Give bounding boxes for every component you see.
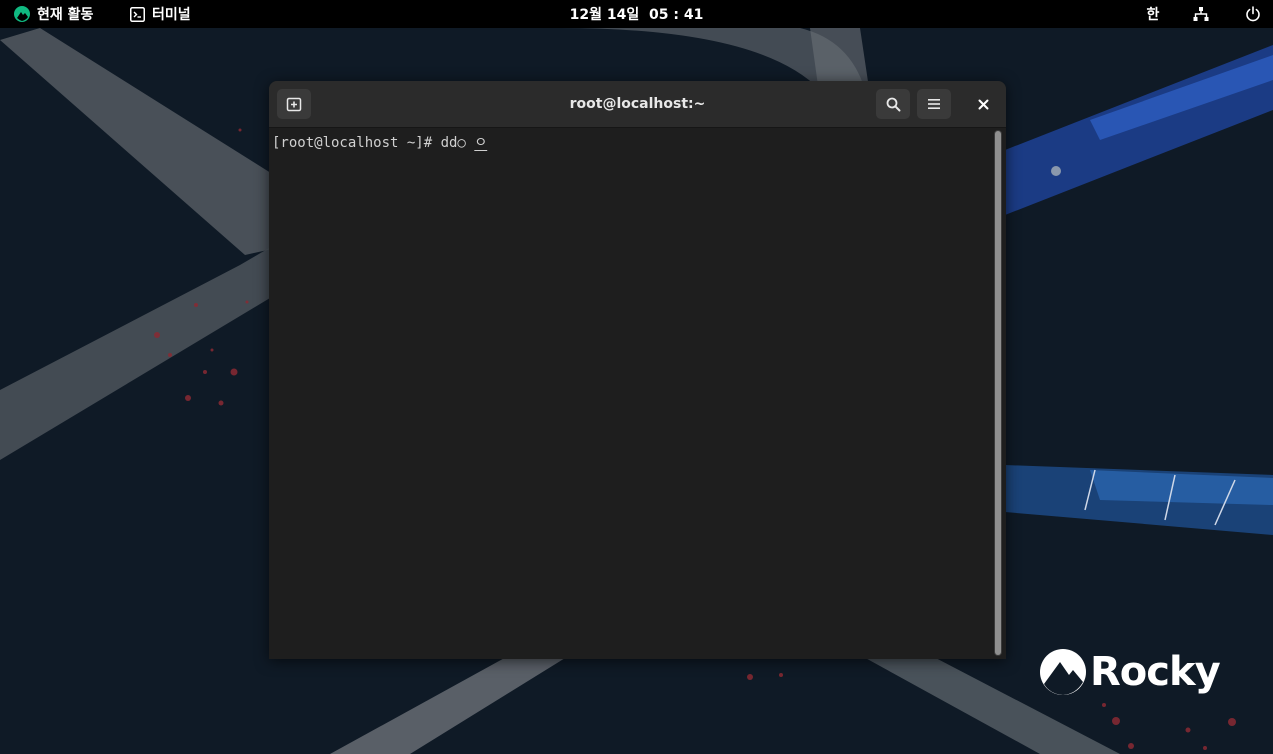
search-button[interactable] xyxy=(876,89,910,119)
power-icon[interactable] xyxy=(1243,0,1263,28)
menu-button[interactable] xyxy=(917,89,951,119)
hamburger-menu-icon xyxy=(927,98,941,110)
terminal-icon xyxy=(130,6,145,22)
network-wired-icon[interactable] xyxy=(1192,0,1210,28)
terminal-header-bar[interactable]: root@localhost:~ xyxy=(269,81,1006,128)
rocky-logo-text: Rocky xyxy=(1090,649,1221,695)
rocky-mark-icon xyxy=(1040,649,1086,695)
app-menu-button[interactable]: 터미널 xyxy=(130,0,191,28)
rocky-logo-icon xyxy=(14,6,30,22)
scrollbar-thumb[interactable] xyxy=(995,131,1001,655)
shell-prompt: [root@localhost ~]# xyxy=(272,135,441,151)
terminal-window[interactable]: root@localhost:~ [root@localhost ~]# dd○… xyxy=(269,81,1006,659)
terminal-scrollbar[interactable] xyxy=(994,130,1002,656)
terminal-command-line: [root@localhost ~]# dd○ ㅇ xyxy=(272,134,487,152)
top-bar: 현재 활동 터미널 12월 14일 05 : 41 한 xyxy=(0,0,1273,28)
rocky-wallpaper-logo: Rocky xyxy=(1040,648,1221,696)
clock-container: 12월 14일 05 : 41 xyxy=(0,0,1273,28)
new-tab-button[interactable] xyxy=(277,89,311,119)
close-button[interactable] xyxy=(971,92,995,116)
search-icon xyxy=(886,97,901,112)
activities-label: 현재 활동 xyxy=(37,7,94,23)
clock-button[interactable]: 12월 14일 05 : 41 xyxy=(570,4,704,24)
terminal-output[interactable]: [root@localhost ~]# dd○ ㅇ xyxy=(269,128,993,659)
activities-button[interactable]: 현재 활동 xyxy=(14,0,93,28)
new-tab-icon xyxy=(286,96,302,112)
input-method-indicator[interactable]: 한 xyxy=(1144,0,1162,28)
typed-command: dd○ xyxy=(440,135,466,151)
close-icon xyxy=(978,99,989,110)
app-menu-label: 터미널 xyxy=(152,7,191,23)
ime-preedit-text: ㅇ xyxy=(474,135,488,151)
window-title: root@localhost:~ xyxy=(569,96,706,112)
